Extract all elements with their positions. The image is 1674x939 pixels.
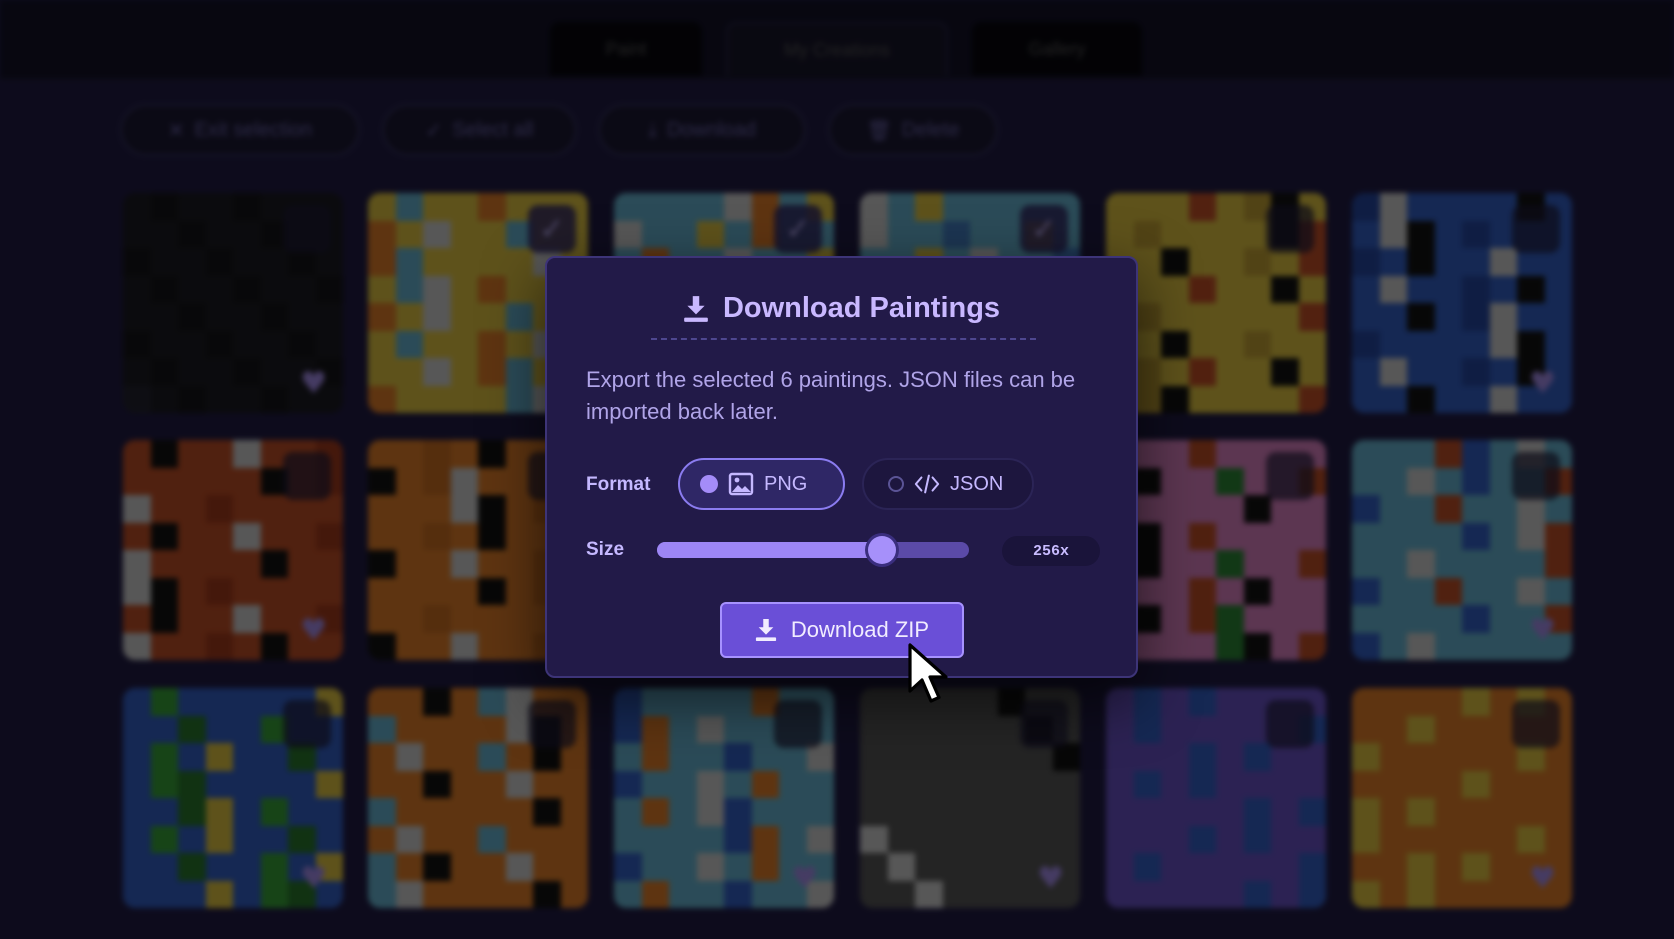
select-checkbox[interactable] <box>528 700 576 748</box>
select-all-button[interactable]: ✓ Select all <box>382 104 577 156</box>
heart-icon[interactable]: ♥ <box>1529 366 1556 401</box>
heart-icon[interactable]: ♥ <box>300 366 327 401</box>
download-dialog: Download Paintings Export the selected 6… <box>545 256 1138 678</box>
close-icon: ✕ <box>167 119 185 142</box>
select-checkbox[interactable] <box>1512 452 1560 500</box>
dialog-description: Export the selected 6 paintings. JSON fi… <box>586 367 1076 424</box>
heart-icon[interactable]: ♥ <box>300 613 327 648</box>
select-checkbox[interactable] <box>1266 205 1314 253</box>
painting-tile[interactable] <box>1106 688 1326 908</box>
painting-tile[interactable]: ♥ <box>123 193 343 413</box>
painting-tile[interactable]: ♥ <box>1352 688 1572 908</box>
painting-tile[interactable] <box>1106 440 1326 660</box>
heart-icon[interactable]: ♥ <box>1037 861 1064 896</box>
delete-label: Delete <box>901 118 960 141</box>
dialog-title: Download Paintings <box>547 292 1136 325</box>
select-all-label: Select all <box>452 118 534 141</box>
trash-icon: 🗑 <box>866 119 892 142</box>
painting-tile[interactable] <box>368 688 588 908</box>
radio-unselected-icon <box>888 476 904 492</box>
select-checkbox[interactable] <box>283 452 331 500</box>
delete-button[interactable]: 🗑 Delete <box>828 104 998 156</box>
top-navigation: Paint My Creations Gallery <box>0 0 1674 80</box>
dialog-title-text: Download Paintings <box>722 292 1001 324</box>
download-icon <box>755 619 776 641</box>
tab-my-creations[interactable]: My Creations <box>726 22 948 76</box>
format-option-json[interactable]: JSON <box>862 458 1034 510</box>
select-checkbox[interactable] <box>1266 452 1314 500</box>
download-toolbar-label: Download <box>666 118 756 141</box>
download-toolbar-button[interactable]: ⤓ Download <box>598 104 806 156</box>
slider-thumb[interactable] <box>867 536 896 564</box>
painting-tile[interactable]: ♥ <box>123 440 343 660</box>
size-label: Size <box>586 539 625 560</box>
download-icon: ⤓ <box>648 118 657 141</box>
select-checkbox[interactable]: ✓ <box>1020 205 1068 253</box>
slider-fill <box>657 542 882 558</box>
size-value: 256x <box>1002 536 1100 566</box>
select-checkbox[interactable] <box>283 700 331 748</box>
download-icon <box>684 295 708 322</box>
painting-tile[interactable]: ♥ <box>614 688 834 908</box>
heart-icon[interactable]: ♥ <box>300 861 327 896</box>
select-checkbox[interactable] <box>1266 700 1314 748</box>
painting-tile[interactable]: ♥ <box>1352 440 1572 660</box>
title-divider <box>651 338 1036 340</box>
app-stage: Paint My Creations Gallery ✕ Exit select… <box>0 0 1674 939</box>
select-checkbox[interactable] <box>1020 700 1068 748</box>
exit-selection-label: Exit selection <box>194 118 313 141</box>
tab-gallery[interactable]: Gallery <box>972 22 1142 76</box>
mouse-pointer-icon <box>908 643 948 703</box>
heart-icon[interactable]: ♥ <box>1529 613 1556 648</box>
heart-icon[interactable]: ♥ <box>791 861 818 896</box>
select-checkbox[interactable] <box>1512 205 1560 253</box>
painting-tile[interactable]: ♥ <box>860 688 1080 908</box>
format-png-label: PNG <box>764 472 808 495</box>
select-checkbox[interactable] <box>1512 700 1560 748</box>
code-icon <box>914 474 940 494</box>
painting-tile[interactable]: ♥ <box>123 688 343 908</box>
select-checkbox[interactable] <box>283 205 331 253</box>
format-label: Format <box>586 474 651 495</box>
download-zip-label: Download ZIP <box>790 617 930 642</box>
format-json-label: JSON <box>950 472 1004 495</box>
radio-selected-icon <box>700 475 718 493</box>
size-slider[interactable] <box>657 536 969 564</box>
select-checkbox[interactable] <box>774 700 822 748</box>
painting-tile[interactable]: ♥ <box>1352 193 1572 413</box>
painting-tile[interactable] <box>1106 193 1326 413</box>
check-icon: ✓ <box>425 119 443 142</box>
image-icon <box>728 472 754 496</box>
tab-paint[interactable]: Paint <box>550 22 702 76</box>
select-checkbox[interactable]: ✓ <box>774 205 822 253</box>
heart-icon[interactable]: ♥ <box>1529 861 1556 896</box>
exit-selection-button[interactable]: ✕ Exit selection <box>120 104 360 156</box>
select-checkbox[interactable]: ✓ <box>528 205 576 253</box>
format-option-png[interactable]: PNG <box>678 458 845 510</box>
